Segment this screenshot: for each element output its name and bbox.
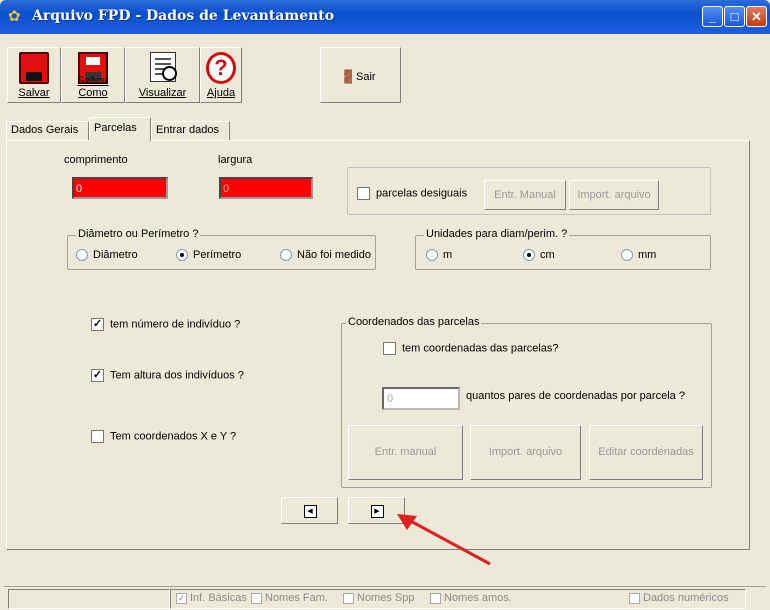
status-numericos-checkbox[interactable]: Dados numéricos — [629, 592, 729, 604]
coordenados-xy-label: Tem coordenados X e Y ? — [110, 430, 237, 443]
radio-cm[interactable]: cm — [523, 249, 555, 262]
radio-circle-selected — [523, 249, 535, 262]
editar-coordenadas-button[interactable]: Editar coordenadas — [589, 425, 703, 480]
preview-label: Visualizar — [138, 87, 187, 99]
status-bar: ✓ Inf. Básicas Nomes Fam. Nomes Spp Nomes… — [4, 586, 766, 610]
help-label: Ajuda — [206, 87, 236, 99]
checkbox-box — [251, 592, 262, 604]
app-window: ✿ Arquivo FPD - Dados de Levantamento _ … — [0, 0, 770, 610]
minimize-button[interactable]: _ — [702, 6, 723, 27]
radio-circle — [621, 249, 633, 262]
arrow-left-icon: ◀ — [303, 504, 317, 518]
radio-perimetro[interactable]: Perímetro — [176, 249, 242, 262]
save-button[interactable]: Salvar — [7, 47, 61, 103]
entr-manual-button[interactable]: Entr. Manual — [484, 180, 566, 210]
tab-entrar-dados[interactable]: Entrar dados — [151, 121, 230, 140]
radio-label: m — [443, 249, 453, 261]
radio-label: Não foi medido — [297, 249, 371, 261]
tab-label: Dados Gerais — [11, 124, 79, 136]
previous-button[interactable]: ◀ — [281, 497, 338, 524]
pares-coordenadas-field[interactable]: 0 — [382, 387, 460, 410]
help-button[interactable]: ? Ajuda — [200, 47, 242, 103]
altura-label: Tem altura dos indivíduos ? — [110, 369, 244, 382]
app-icon: ✿ — [8, 8, 21, 25]
coord-import-arquivo-button[interactable]: Import. arquivo — [470, 425, 581, 480]
save-label: Salvar — [18, 87, 50, 99]
radio-nao-foi-medido[interactable]: Não foi medido — [280, 249, 371, 262]
largura-field[interactable]: 0 — [219, 177, 313, 199]
radio-label: cm — [540, 249, 555, 261]
status-segment — [8, 589, 170, 609]
exit-label: Sair — [356, 71, 376, 83]
radio-circle — [76, 249, 88, 262]
save-as-label: Salvar Como — [77, 75, 109, 99]
largura-label: largura — [218, 154, 253, 166]
tab-parcelas[interactable]: Parcelas — [89, 117, 151, 141]
radio-label: mm — [638, 249, 657, 261]
radio-circle — [280, 249, 292, 262]
status-label: Nomes Spp — [357, 592, 415, 604]
maximize-button[interactable]: □ — [724, 6, 745, 27]
title-bar[interactable]: ✿ Arquivo FPD - Dados de Levantamento _ … — [0, 0, 770, 34]
floppy-save-icon — [19, 52, 49, 84]
tab-dados-gerais[interactable]: Dados Gerais — [6, 121, 89, 140]
unidades-group-title: Unidades para diam/perim. ? — [424, 228, 570, 240]
checkbox-box — [357, 187, 370, 200]
exit-door-icon: 🚪 — [340, 69, 357, 84]
tem-coordenadas-checkbox[interactable]: tem coordenadas das parcelas? — [383, 342, 559, 355]
status-label: Nomes amos. — [444, 592, 512, 604]
coordenados-group-title: Coordenados das parcelas — [346, 316, 482, 328]
comprimento-field[interactable]: 0 — [72, 177, 168, 199]
radio-m[interactable]: m — [426, 249, 453, 262]
arrow-right-icon: ▶ — [370, 504, 384, 518]
numero-individuo-checkbox[interactable]: ✓ tem número de indivíduo ? — [91, 318, 240, 331]
status-basicas-checkbox[interactable]: ✓ Inf. Básicas — [176, 592, 247, 604]
red-arrow-annotation — [397, 514, 491, 566]
tab-label: Entrar dados — [156, 124, 219, 136]
radio-circle — [426, 249, 438, 262]
unidades-group: Unidades para diam/perim. ? — [415, 228, 711, 270]
save-as-button[interactable]: Salvar Como — [61, 47, 125, 103]
pares-coordenadas-label: quantos pares de coordenadas por parcela… — [466, 390, 685, 402]
checkbox-box — [383, 342, 396, 355]
window-title: Arquivo FPD - Dados de Levantamento — [32, 8, 335, 24]
checkbox-box — [91, 430, 104, 443]
status-spp-checkbox[interactable]: Nomes Spp — [343, 592, 414, 604]
checkbox-checked: ✓ — [91, 318, 104, 331]
numero-individuo-label: tem número de indivíduo ? — [110, 318, 241, 331]
help-question-icon: ? — [206, 52, 236, 84]
import-arquivo-button[interactable]: Import. arquivo — [569, 180, 659, 210]
exit-button[interactable]: 🚪 Sair — [320, 47, 401, 103]
diametro-group-title: Diâmetro ou Perímetro ? — [76, 228, 201, 240]
radio-label: Diâmetro — [93, 249, 138, 261]
comprimento-label: comprimento — [64, 154, 128, 166]
parcelas-desiguais-label: parcelas desiguais — [376, 187, 468, 200]
altura-checkbox[interactable]: ✓ Tem altura dos indivíduos ? — [91, 369, 244, 382]
checkbox-box — [343, 592, 354, 604]
preview-button[interactable]: Visualizar — [125, 47, 200, 103]
status-label: Dados numéricos — [643, 592, 729, 604]
coord-entr-manual-button[interactable]: Entr. manual — [348, 425, 463, 480]
radio-label: Perímetro — [193, 249, 242, 261]
radio-mm[interactable]: mm — [621, 249, 657, 262]
radio-diametro[interactable]: Diâmetro — [76, 249, 138, 262]
preview-document-icon — [149, 52, 177, 82]
tab-label: Parcelas — [94, 122, 137, 134]
status-fam-checkbox[interactable]: Nomes Fam. — [251, 592, 328, 604]
parcelas-desiguais-checkbox[interactable]: parcelas desiguais — [357, 187, 467, 200]
checkbox-checked: ✓ — [176, 592, 187, 604]
close-button[interactable]: ✕ — [746, 6, 767, 27]
checkbox-checked: ✓ — [91, 369, 104, 382]
checkbox-box — [430, 592, 441, 604]
radio-circle-selected — [176, 249, 188, 262]
status-label: Inf. Básicas — [190, 592, 247, 604]
coordenados-xy-checkbox[interactable]: Tem coordenados X e Y ? — [91, 430, 236, 443]
checkbox-box — [629, 592, 640, 604]
status-amos-checkbox[interactable]: Nomes amos. — [430, 592, 512, 604]
tem-coordenadas-label: tem coordenadas das parcelas? — [402, 342, 559, 355]
status-label: Nomes Fam. — [265, 592, 328, 604]
